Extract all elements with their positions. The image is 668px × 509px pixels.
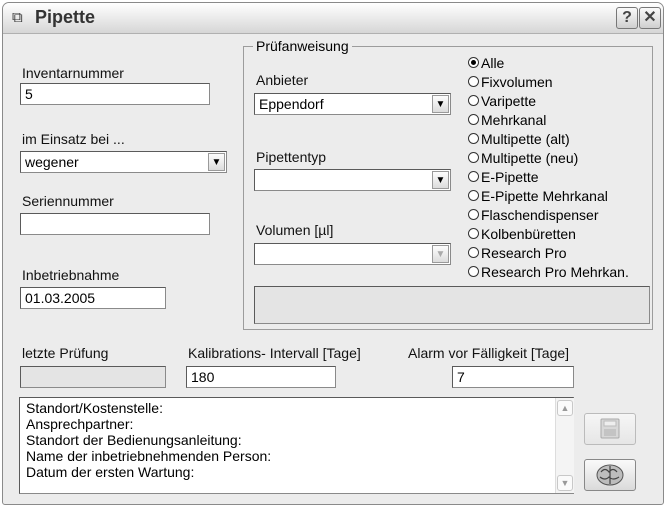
save-icon bbox=[600, 418, 620, 439]
radio-option-label: E-Pipette bbox=[481, 169, 539, 185]
help-button[interactable]: ? bbox=[616, 7, 638, 29]
radio-option-label: Research Pro bbox=[481, 245, 567, 261]
radio-button-icon[interactable] bbox=[468, 152, 479, 163]
chevron-down-icon[interactable]: ▼ bbox=[432, 245, 449, 263]
radio-button-icon[interactable] bbox=[468, 266, 479, 277]
radio-option-label: Varipette bbox=[481, 93, 536, 109]
brain-icon bbox=[596, 464, 624, 486]
notes-line: Standort/Kostenstelle: bbox=[26, 400, 163, 416]
scroll-up-icon[interactable]: ▲ bbox=[557, 400, 573, 416]
in-use-label: im Einsatz bei ... bbox=[22, 131, 125, 147]
inventory-field[interactable]: 5 bbox=[20, 83, 210, 105]
notes-line: Name der inbetriebnehmenden Person: bbox=[26, 448, 272, 464]
pipette-type-select[interactable]: ▼ bbox=[254, 169, 451, 191]
serial-label: Seriennummer bbox=[22, 193, 114, 209]
save-button[interactable] bbox=[584, 413, 636, 445]
radio-option-label: Mehrkanal bbox=[481, 112, 547, 128]
inventory-label: Inventarnummer bbox=[22, 65, 124, 81]
radio-button-icon[interactable] bbox=[468, 209, 479, 220]
radio-button-icon[interactable] bbox=[468, 228, 479, 239]
radio-button-icon[interactable] bbox=[468, 76, 479, 87]
close-button[interactable]: ✕ bbox=[639, 7, 661, 29]
title-bar[interactable]: ⧉ Pipette ? ✕ bbox=[3, 3, 663, 34]
scroll-down-icon[interactable]: ▼ bbox=[557, 475, 573, 491]
notes-line: Standort der Bedienungsanleitung: bbox=[26, 432, 242, 448]
notes-line: Datum der ersten Wartung: bbox=[26, 464, 195, 480]
radio-option-label: E-Pipette Mehrkanal bbox=[481, 188, 608, 204]
chevron-down-icon[interactable]: ▼ bbox=[432, 171, 449, 189]
in-use-value: wegener bbox=[25, 154, 79, 170]
radio-button-icon[interactable] bbox=[468, 57, 479, 68]
chevron-down-icon[interactable]: ▼ bbox=[432, 95, 449, 113]
last-test-label: letzte Prüfung bbox=[22, 345, 109, 361]
calibration-label: Kalibrations- Intervall [Tage] bbox=[188, 345, 361, 361]
volume-label: Volumen [µl] bbox=[256, 222, 334, 238]
radio-option-label: Multipette (neu) bbox=[481, 150, 579, 166]
alarm-field[interactable]: 7 bbox=[452, 366, 574, 388]
test-instruction-legend: Prüfanweisung bbox=[253, 38, 352, 54]
alarm-label: Alarm vor Fälligkeit [Tage] bbox=[408, 345, 570, 361]
supplier-label: Anbieter bbox=[256, 72, 309, 88]
brain-button[interactable] bbox=[584, 459, 636, 491]
radio-button-icon[interactable] bbox=[468, 190, 479, 201]
supplier-value: Eppendorf bbox=[259, 96, 324, 112]
in-use-select[interactable]: wegener ▼ bbox=[20, 151, 227, 173]
commissioning-field[interactable]: 01.03.2005 bbox=[20, 287, 166, 309]
notes-line: Ansprechpartner: bbox=[26, 416, 134, 432]
radio-option-label: Research Pro Mehrkan. bbox=[481, 264, 629, 280]
radio-option-label: Flaschendispenser bbox=[481, 207, 599, 223]
radio-option-label: Kolbenbüretten bbox=[481, 226, 576, 242]
last-test-field bbox=[20, 366, 166, 388]
radio-option-label: Multipette (alt) bbox=[481, 131, 570, 147]
commissioning-label: Inbetriebnahme bbox=[22, 267, 120, 283]
chevron-down-icon[interactable]: ▼ bbox=[208, 153, 225, 171]
supplier-select[interactable]: Eppendorf ▼ bbox=[254, 93, 451, 115]
radio-button-icon[interactable] bbox=[468, 171, 479, 182]
volume-select[interactable]: ▼ bbox=[254, 243, 451, 265]
radio-button-icon[interactable] bbox=[468, 133, 479, 144]
radio-button-icon[interactable] bbox=[468, 247, 479, 258]
serial-field[interactable] bbox=[20, 213, 210, 235]
window-icon: ⧉ bbox=[12, 9, 23, 26]
notes-textarea[interactable]: Standort/Kostenstelle: Ansprechpartner: St… bbox=[19, 397, 574, 494]
window-title: Pipette bbox=[35, 7, 96, 27]
calibration-field[interactable]: 180 bbox=[186, 366, 336, 388]
notes-scrollbar[interactable]: ▲ ▼ bbox=[555, 398, 574, 493]
instruction-info-box bbox=[254, 286, 650, 324]
radio-button-icon[interactable] bbox=[468, 95, 479, 106]
pipette-type-label: Pipettentyp bbox=[256, 149, 327, 165]
radio-option-label: Alle bbox=[481, 55, 505, 71]
radio-button-icon[interactable] bbox=[468, 114, 479, 125]
radio-option-label: Fixvolumen bbox=[481, 74, 553, 90]
